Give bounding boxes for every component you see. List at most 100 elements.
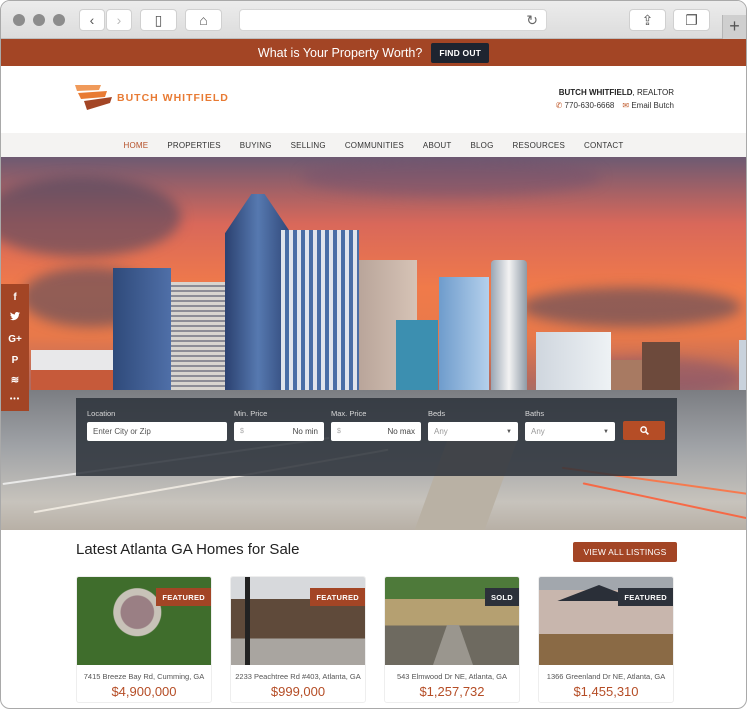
sold-badge: SOLD bbox=[484, 588, 519, 606]
nav-item-resources[interactable]: RESOURCES bbox=[503, 141, 574, 150]
promo-bar: What is Your Property Worth? FIND OUT bbox=[1, 39, 746, 66]
social-share-bar: f G+ P ≋ ••• bbox=[1, 284, 29, 411]
min-price-label: Min. Price bbox=[234, 409, 268, 418]
agent-name-line: BUTCH WHITFIELD, REALTOR bbox=[556, 88, 674, 97]
dollar-prefix: $ bbox=[240, 428, 244, 435]
back-button[interactable]: ‹ bbox=[79, 9, 105, 31]
zoom-window-button[interactable] bbox=[53, 14, 65, 26]
search-icon bbox=[639, 426, 649, 435]
nav-item-buying[interactable]: BUYING bbox=[230, 141, 281, 150]
location-label: Location bbox=[87, 409, 116, 418]
browser-window: ‹ › ▯ ⌂ ↻ ⇪ ❐ + What is Your Property Wo… bbox=[0, 0, 747, 709]
listing-price: $1,455,310 bbox=[573, 684, 639, 699]
listing-card[interactable]: FEATURED 7415 Breeze Bay Rd, Cumming, GA… bbox=[76, 576, 212, 703]
email-label: Email Butch bbox=[631, 101, 674, 110]
baths-select[interactable]: Any ▼ bbox=[525, 422, 615, 441]
sidebar-button[interactable]: ▯ bbox=[140, 9, 177, 31]
min-price-input[interactable]: $ No min bbox=[234, 422, 324, 441]
location-input[interactable]: Enter City or Zip bbox=[87, 422, 227, 441]
building bbox=[396, 320, 438, 390]
chevron-down-icon: ▼ bbox=[603, 428, 609, 435]
facebook-icon[interactable]: f bbox=[13, 292, 16, 303]
reload-icon[interactable]: ↻ bbox=[526, 12, 538, 29]
browser-toolbar: ‹ › ▯ ⌂ ↻ ⇪ ❐ + bbox=[1, 1, 746, 39]
plus-icon: + bbox=[729, 16, 740, 36]
tabs-button[interactable]: ❐ bbox=[673, 9, 710, 31]
address-bar[interactable]: ↻ bbox=[239, 9, 547, 31]
listing-card[interactable]: FEATURED 1366 Greenland Dr NE, Atlanta, … bbox=[538, 576, 674, 703]
forward-icon: › bbox=[116, 12, 122, 28]
more-icon[interactable]: ••• bbox=[10, 396, 20, 403]
property-search-panel: Location Enter City or Zip Min. Price $ … bbox=[76, 398, 677, 476]
listing-price: $4,900,000 bbox=[111, 684, 177, 699]
twitter-icon[interactable] bbox=[10, 312, 20, 324]
nav-item-about[interactable]: ABOUT bbox=[413, 141, 461, 150]
dollar-prefix: $ bbox=[337, 428, 341, 435]
email-link[interactable]: ✉ Email Butch bbox=[622, 101, 674, 110]
close-window-button[interactable] bbox=[13, 14, 25, 26]
home-button[interactable]: ⌂ bbox=[185, 9, 222, 31]
logo-stripes-icon bbox=[75, 85, 112, 110]
cloud bbox=[301, 157, 601, 197]
search-button[interactable] bbox=[623, 421, 665, 440]
location-placeholder: Enter City or Zip bbox=[93, 427, 151, 436]
listing-address: 2233 Peachtree Rd #403, Atlanta, GA bbox=[235, 672, 361, 681]
find-out-button[interactable]: FIND OUT bbox=[431, 42, 490, 63]
agent-name: BUTCH WHITFIELD bbox=[558, 88, 633, 97]
layers-icon[interactable]: ≋ bbox=[11, 375, 19, 386]
minimize-window-button[interactable] bbox=[33, 14, 45, 26]
listing-address: 7415 Breeze Bay Rd, Cumming, GA bbox=[83, 672, 205, 681]
building bbox=[171, 282, 229, 390]
listings-heading: Latest Atlanta GA Homes for Sale bbox=[76, 541, 300, 558]
logo[interactable]: BUTCH WHITFIELD bbox=[75, 85, 229, 111]
listing-address: 1366 Greenland Dr NE, Atlanta, GA bbox=[546, 672, 666, 681]
featured-badge: FEATURED bbox=[156, 588, 211, 606]
main-nav: HOME PROPERTIES BUYING SELLING COMMUNITI… bbox=[1, 133, 746, 157]
building bbox=[439, 277, 489, 390]
chevron-down-icon: ▼ bbox=[506, 428, 512, 435]
nav-item-home[interactable]: HOME bbox=[114, 141, 158, 150]
max-price-value: No max bbox=[387, 427, 415, 436]
pinterest-icon[interactable]: P bbox=[12, 355, 19, 366]
agent-title: , REALTOR bbox=[632, 88, 675, 97]
new-tab-button[interactable]: + bbox=[722, 15, 746, 39]
logo-text: BUTCH WHITFIELD bbox=[117, 92, 229, 104]
listing-card[interactable]: SOLD 543 Elmwood Dr NE, Atlanta, GA $1,2… bbox=[384, 576, 520, 703]
max-price-input[interactable]: $ No max bbox=[331, 422, 421, 441]
phone-number: 770-630-6668 bbox=[564, 101, 615, 110]
nav-item-selling[interactable]: SELLING bbox=[281, 141, 335, 150]
light-streak bbox=[582, 482, 746, 520]
home-icon: ⌂ bbox=[199, 12, 208, 28]
listing-address: 543 Elmwood Dr NE, Atlanta, GA bbox=[396, 672, 508, 681]
agent-contact: BUTCH WHITFIELD, REALTOR ✆ 770-630-6668 … bbox=[556, 88, 674, 110]
listing-price: $999,000 bbox=[270, 684, 326, 699]
nav-item-blog[interactable]: BLOG bbox=[461, 141, 503, 150]
site-header: BUTCH WHITFIELD BUTCH WHITFIELD, REALTOR… bbox=[1, 66, 746, 133]
beds-label: Beds bbox=[428, 409, 446, 418]
beds-field: Beds Any ▼ bbox=[428, 409, 518, 441]
baths-field: Baths Any ▼ bbox=[525, 409, 615, 441]
building bbox=[113, 268, 171, 390]
lamp-post bbox=[245, 577, 250, 665]
building bbox=[642, 342, 680, 390]
promo-text: What is Your Property Worth? bbox=[257, 45, 423, 60]
forward-button[interactable]: › bbox=[106, 9, 132, 31]
nav-item-contact[interactable]: CONTACT bbox=[575, 141, 633, 150]
sidebar-icon: ▯ bbox=[154, 11, 163, 28]
min-price-field: Min. Price $ No min bbox=[234, 409, 324, 441]
nav-item-communities[interactable]: COMMUNITIES bbox=[335, 141, 413, 150]
building bbox=[739, 340, 746, 390]
envelope-icon: ✉ bbox=[622, 101, 630, 110]
google-plus-icon[interactable]: G+ bbox=[8, 334, 22, 345]
beds-value: Any bbox=[434, 427, 448, 436]
phone-link[interactable]: ✆ 770-630-6668 bbox=[556, 101, 615, 110]
walkway bbox=[433, 625, 473, 665]
beds-select[interactable]: Any ▼ bbox=[428, 422, 518, 441]
listing-card[interactable]: FEATURED 2233 Peachtree Rd #403, Atlanta… bbox=[230, 576, 366, 703]
building bbox=[491, 260, 527, 390]
tabs-icon: ❐ bbox=[685, 11, 698, 28]
min-price-value: No min bbox=[292, 427, 318, 436]
nav-item-properties[interactable]: PROPERTIES bbox=[158, 141, 230, 150]
view-all-listings-button[interactable]: VIEW ALL LISTINGS bbox=[573, 542, 677, 562]
share-button[interactable]: ⇪ bbox=[629, 9, 666, 31]
